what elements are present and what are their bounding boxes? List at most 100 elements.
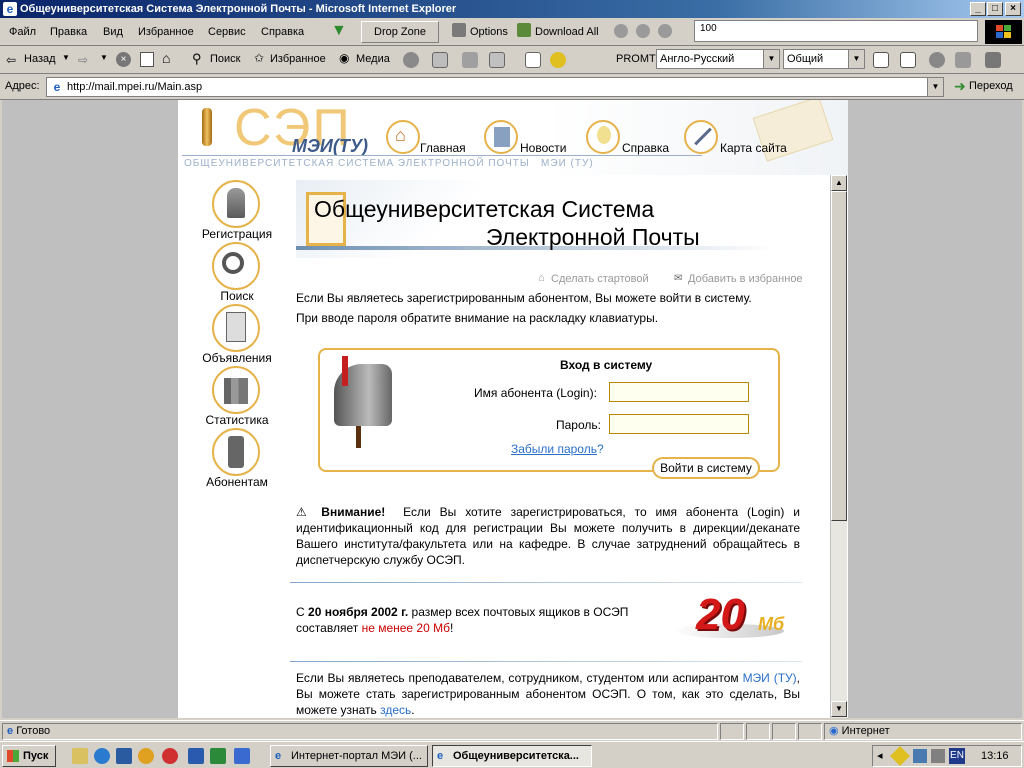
menu-help[interactable]: Справка	[261, 26, 304, 38]
home-toolbar-icon[interactable]: ⌂	[162, 50, 170, 66]
password-input[interactable]	[609, 414, 749, 434]
translate-text-icon[interactable]	[900, 52, 916, 68]
wrench-icon[interactable]	[985, 52, 1001, 68]
zoom-field[interactable]: 100	[694, 20, 978, 42]
media-button[interactable]: Медиа	[356, 53, 390, 65]
mail-icon[interactable]	[432, 52, 448, 68]
chevron-down-icon[interactable]: ▼	[927, 78, 943, 96]
forward-arrow-icon[interactable]: ⇨	[78, 53, 88, 67]
login-input[interactable]	[609, 382, 749, 402]
scroll-down-icon[interactable]: ▼	[831, 701, 847, 717]
menu-tools[interactable]: Сервис	[208, 26, 246, 38]
mailbox-post	[356, 426, 361, 448]
sidebar-item-subscribers[interactable]: Абонентам	[192, 475, 282, 489]
search-button[interactable]: Поиск	[210, 53, 240, 65]
topic-select-value: Общий	[787, 53, 824, 65]
download-all-button[interactable]: Download All	[535, 26, 599, 38]
sidebar: Регистрация Поиск Объявления Статистика …	[178, 175, 288, 495]
go-arrow-icon[interactable]: ➜	[954, 78, 966, 95]
topic-select[interactable]: Общий ▼	[783, 49, 865, 69]
home-icon[interactable]: ⌂	[386, 120, 420, 154]
scroll-thumb[interactable]	[831, 191, 847, 521]
key-icon[interactable]	[212, 180, 260, 228]
menu-view[interactable]: Вид	[103, 26, 123, 38]
nav-sitemap[interactable]: Карта сайта	[720, 141, 787, 155]
print-icon[interactable]	[462, 52, 478, 68]
back-button[interactable]: Назад	[24, 53, 56, 65]
clock: 13:16	[981, 750, 1009, 762]
ie-task-icon: e	[437, 750, 444, 762]
edit-icon[interactable]	[489, 52, 505, 68]
maximize-button[interactable]: □	[987, 2, 1003, 16]
circle-button-1[interactable]	[614, 24, 628, 38]
footer-pre: Если Вы являетесь преподавателем, сотруд…	[296, 671, 739, 685]
refresh-icon[interactable]	[140, 52, 154, 67]
history-icon[interactable]	[403, 52, 419, 68]
add-favorites-link[interactable]: Добавить в избранное	[688, 273, 803, 285]
scroll-up-icon[interactable]: ▲	[831, 175, 847, 191]
status-empty-4	[798, 723, 822, 740]
compass-icon[interactable]	[684, 120, 718, 154]
phone-icon[interactable]	[212, 428, 260, 476]
book-icon[interactable]	[116, 748, 132, 764]
opera-icon[interactable]	[162, 748, 178, 764]
minimize-button[interactable]: _	[970, 2, 986, 16]
here-link[interactable]: здесь	[380, 703, 411, 717]
start-button[interactable]: Пуск	[2, 745, 56, 767]
sidebar-item-search[interactable]: Поиск	[192, 289, 282, 303]
magnifier-icon[interactable]	[212, 242, 260, 290]
media-player-icon[interactable]	[138, 748, 154, 764]
network-icon[interactable]	[913, 749, 927, 763]
forward-dropdown-icon[interactable]: ▼	[100, 53, 108, 62]
globe-icon[interactable]	[929, 52, 945, 68]
nav-news[interactable]: Новости	[520, 141, 566, 155]
language-indicator[interactable]: EN	[949, 748, 965, 764]
circle-button-3[interactable]	[658, 24, 672, 38]
back-dropdown-icon[interactable]: ▼	[62, 53, 70, 62]
word-icon[interactable]	[188, 748, 204, 764]
settings-icon[interactable]	[955, 52, 971, 68]
favorites-button[interactable]: Избранное	[270, 53, 326, 65]
page-scrollbar[interactable]: ▲ ▼	[830, 175, 847, 718]
task-mail[interactable]: e Общеуниверситетска...	[432, 745, 592, 767]
menu-favorites[interactable]: Избранное	[138, 26, 194, 38]
windows-flag-icon	[7, 750, 19, 762]
menu-file[interactable]: Файл	[9, 26, 36, 38]
show-desktop-icon[interactable]	[72, 748, 88, 764]
options-button[interactable]: Options	[470, 26, 508, 38]
stop-icon[interactable]: ×	[116, 52, 131, 67]
tray-icon-2[interactable]	[931, 749, 945, 763]
sidebar-item-announcements[interactable]: Объявления	[192, 351, 282, 365]
status-text: Готово	[16, 725, 51, 737]
address-input[interactable]: e http://mail.mpei.ru/Main.asp ▼	[46, 77, 944, 97]
tray-icon-1[interactable]	[890, 746, 910, 766]
discuss-icon[interactable]	[525, 52, 541, 68]
news-icon[interactable]	[484, 120, 518, 154]
drop-zone-button[interactable]: Drop Zone	[361, 21, 439, 43]
sidebar-item-registration[interactable]: Регистрация	[192, 227, 282, 241]
messenger-icon[interactable]	[550, 52, 566, 68]
direction-select[interactable]: Англо-Русский ▼	[656, 49, 780, 69]
nav-home[interactable]: Главная	[420, 141, 466, 155]
explorer-icon[interactable]	[234, 748, 250, 764]
speaker-icon[interactable]: ◂	[877, 749, 883, 762]
task-portal[interactable]: e Интернет-портал МЭИ (...	[270, 745, 428, 767]
bulb-icon[interactable]	[586, 120, 620, 154]
forgot-password-link[interactable]: Забыли пароль	[511, 442, 597, 456]
login-button[interactable]: Войти в систему	[652, 457, 760, 479]
translate-page-icon[interactable]	[873, 52, 889, 68]
circle-button-2[interactable]	[636, 24, 650, 38]
funnel-icon[interactable]: ▼	[331, 22, 347, 40]
excel-icon[interactable]	[210, 748, 226, 764]
close-button[interactable]: ×	[1005, 2, 1021, 16]
make-start-link[interactable]: Сделать стартовой	[551, 273, 649, 285]
ie-quick-icon[interactable]	[94, 748, 110, 764]
mpei-link[interactable]: МЭИ (ТУ)	[743, 671, 797, 685]
back-arrow-icon[interactable]: ⇦	[6, 53, 16, 67]
stats-icon[interactable]	[212, 366, 260, 414]
notice-icon[interactable]	[212, 304, 260, 352]
go-button[interactable]: Переход	[969, 80, 1013, 92]
sidebar-item-statistics[interactable]: Статистика	[192, 413, 282, 427]
nav-help[interactable]: Справка	[622, 141, 669, 155]
menu-edit[interactable]: Правка	[50, 26, 87, 38]
